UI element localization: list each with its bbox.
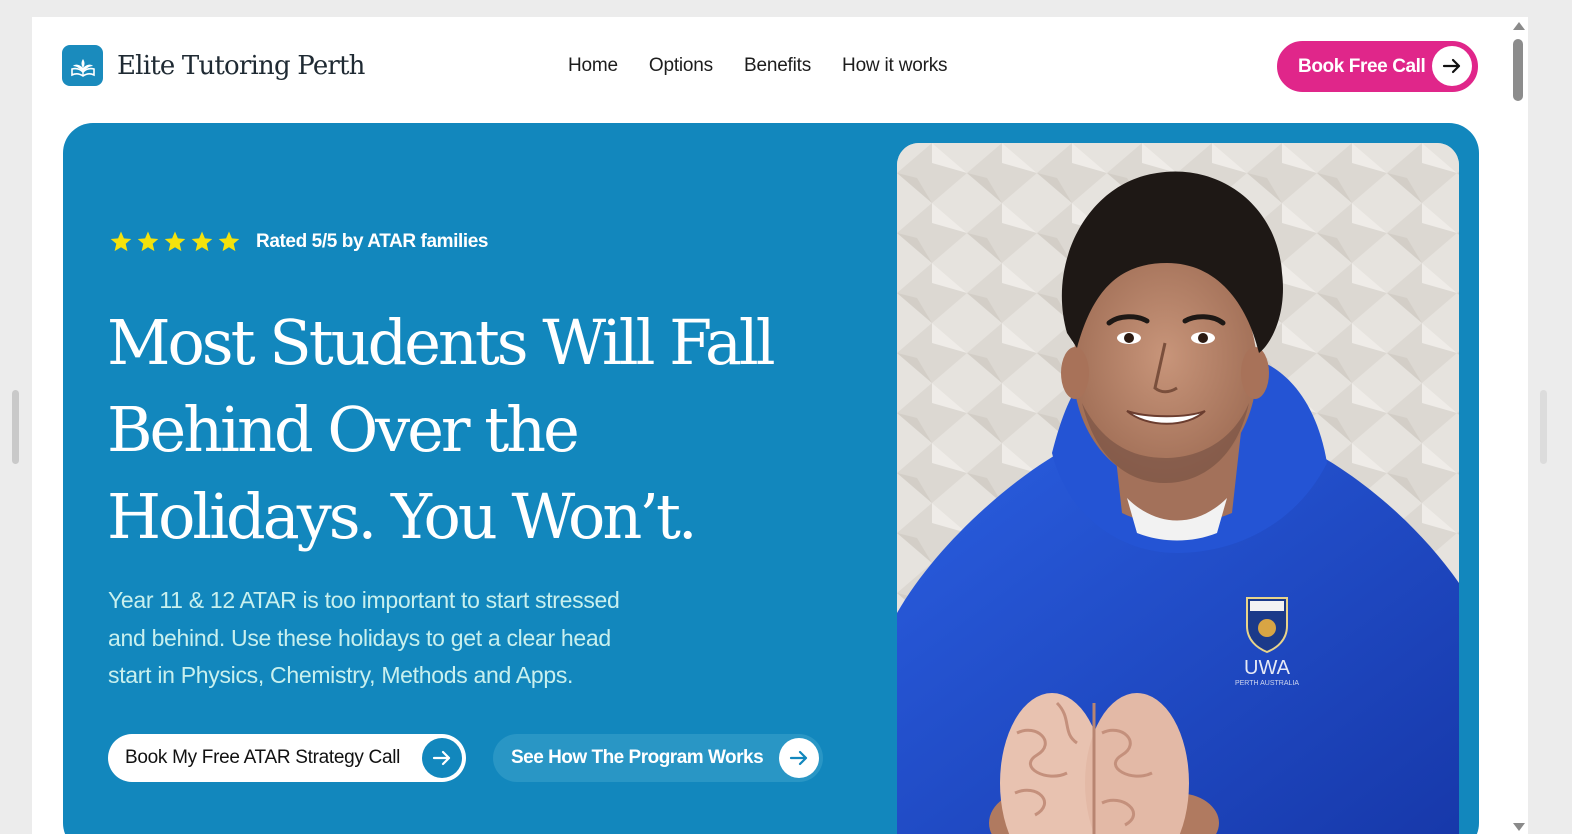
subtext-line: start in Physics, Chemistry, Methods and… — [108, 662, 574, 688]
subtext-line: Year 11 & 12 ATAR is too important to st… — [108, 587, 620, 613]
nav-item-options[interactable]: Options — [649, 55, 713, 77]
star-icon — [137, 231, 159, 252]
web-page: Elite Tutoring Perth Home Options Benefi… — [32, 17, 1528, 834]
open-book-lotus-icon — [62, 45, 103, 86]
brain-model — [1000, 693, 1189, 834]
tutor-photo: UWA PERTH AUSTRALIA — [897, 143, 1459, 834]
star-icon — [164, 231, 186, 252]
site-header: Elite Tutoring Perth Home Options Benefi… — [32, 17, 1528, 117]
star-icon — [191, 231, 213, 252]
site-logo[interactable]: Elite Tutoring Perth — [62, 45, 365, 86]
nav-item-how-it-works[interactable]: How it works — [842, 55, 947, 77]
arrow-right-icon — [779, 738, 819, 778]
right-resize-handle[interactable] — [1540, 390, 1547, 464]
arrow-right-icon — [422, 738, 462, 778]
headline-line: Most Students Will Fall — [107, 306, 776, 379]
star-rating — [109, 230, 241, 254]
left-resize-handle[interactable] — [12, 390, 19, 464]
book-strategy-call-button[interactable]: Book My Free ATAR Strategy Call — [108, 734, 466, 782]
headline-line: Holidays. You Won’t. — [107, 480, 698, 553]
nav-item-home[interactable]: Home — [568, 55, 618, 77]
see-how-program-works-label: See How The Program Works — [511, 747, 764, 768]
crest-text: UWA — [1244, 657, 1291, 679]
crest-subtext: PERTH AUSTRALIA — [1235, 680, 1299, 687]
scroll-thumb[interactable] — [1513, 39, 1523, 101]
hero-subtext: Year 11 & 12 ATAR is too important to st… — [108, 582, 708, 695]
book-free-call-button[interactable]: Book Free Call — [1277, 41, 1478, 92]
scroll-down-arrow-icon[interactable] — [1513, 823, 1525, 831]
main-nav: Home Options Benefits How it works — [568, 55, 948, 77]
star-icon — [110, 231, 132, 252]
nav-item-benefits[interactable]: Benefits — [744, 55, 811, 77]
see-how-program-works-button[interactable]: See How The Program Works — [493, 734, 823, 782]
rating-text: Rated 5/5 by ATAR families — [256, 231, 489, 252]
star-icon — [218, 231, 240, 252]
arrow-right-icon — [1432, 46, 1472, 86]
headline-line: Behind Over the — [107, 393, 580, 466]
brand-name: Elite Tutoring Perth — [117, 50, 365, 81]
rating-row: Rated 5/5 by ATAR families — [109, 230, 488, 254]
subtext-line: and behind. Use these holidays to get a … — [108, 624, 611, 651]
scroll-up-arrow-icon[interactable] — [1513, 22, 1525, 30]
page-scrollbar[interactable] — [1510, 17, 1528, 834]
book-strategy-call-label: Book My Free ATAR Strategy Call — [125, 747, 401, 768]
hero-section: Rated 5/5 by ATAR families Most Students… — [63, 123, 1479, 834]
book-free-call-label: Book Free Call — [1298, 55, 1426, 77]
hero-headline: Most Students Will Fall Behind Over the … — [107, 299, 867, 560]
